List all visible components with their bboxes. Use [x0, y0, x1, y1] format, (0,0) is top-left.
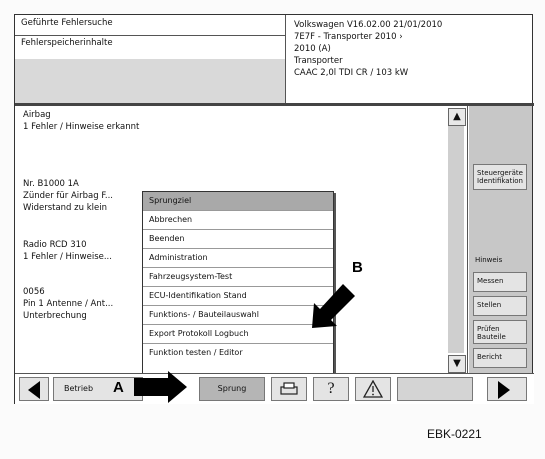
jump-button[interactable]: Sprung — [199, 377, 265, 401]
fault-line: Zünder für Airbag F... — [23, 191, 113, 201]
vehicle-info-line: Transporter — [294, 56, 343, 66]
menu-item-function-test-editor[interactable]: Funktion testen / Editor — [143, 344, 333, 362]
scroll-down-button[interactable]: ▼ — [448, 355, 466, 373]
fault-line: 0056 — [23, 287, 45, 297]
mode-button[interactable]: Betrieb — [53, 377, 143, 401]
fault-line: Unterbrechung — [23, 311, 87, 321]
vehicle-info: Volkswagen V16.02.00 21/01/2010 7E7F - T… — [286, 15, 533, 103]
jump-menu: Sprungziel Abbrechen Beenden Administrat… — [142, 191, 334, 378]
print-icon — [280, 382, 298, 395]
menu-item-ecu-identification[interactable]: ECU-Identifikation Stand — [143, 287, 333, 306]
bottom-toolbar: Betrieb Sprung ? — [15, 373, 534, 404]
next-button[interactable] — [487, 377, 527, 401]
menu-item-export-log[interactable]: Export Protokoll Logbuch — [143, 325, 333, 344]
header-guided-fault-finding: Geführte Fehlersuche — [15, 15, 285, 36]
fault-line: 1 Fehler / Hinweise... — [23, 252, 112, 262]
vehicle-info-line: 2010 (A) — [294, 44, 331, 54]
fault-line: Widerstand zu klein — [23, 203, 107, 213]
ecu-identification-button[interactable]: Steuergeräte Identifikation — [473, 164, 527, 190]
menu-item-exit[interactable]: Beenden — [143, 230, 333, 249]
figure-code: EBK-0221 — [427, 427, 482, 441]
scroll-track[interactable] — [448, 126, 464, 353]
menu-item-function-component-selection[interactable]: Funktions- / Bauteilauswahl — [143, 306, 333, 325]
header-gray-area — [15, 59, 285, 103]
header-left: Geführte Fehlersuche Fehlerspeicherinhal… — [15, 15, 286, 103]
vehicle-info-line: 7E7F - Transporter 2010 › — [294, 32, 403, 42]
measure-button[interactable]: Messen — [473, 272, 527, 292]
callout-label-b: B — [352, 259, 363, 276]
print-button[interactable] — [271, 377, 307, 401]
side-note: Hinweis — [475, 256, 503, 264]
disabled-toolbar-slot — [397, 377, 473, 401]
arrow-left-icon — [28, 381, 40, 399]
header-fault-memory: Fehlerspeicherinhalte — [15, 35, 285, 60]
warning-button[interactable] — [355, 377, 391, 401]
fault-line: Airbag — [23, 110, 51, 120]
scrollbar[interactable]: ▲ ▼ — [446, 106, 468, 373]
help-button[interactable]: ? — [313, 377, 349, 401]
side-panel: Steuergeräte Identifikation Hinweis Mess… — [469, 106, 532, 373]
fault-line: Pin 1 Antenne / Ant... — [23, 299, 114, 309]
scroll-up-button[interactable]: ▲ — [448, 108, 466, 126]
warning-icon — [362, 379, 384, 398]
diagnostic-screen: Geführte Fehlersuche Fehlerspeicherinhal… — [14, 14, 534, 404]
vehicle-info-line: Volkswagen V16.02.00 21/01/2010 — [294, 20, 443, 30]
adjust-button[interactable]: Stellen — [473, 296, 527, 316]
fault-line: Radio RCD 310 — [23, 240, 87, 250]
menu-item-vehicle-system-test[interactable]: Fahrzeugsystem-Test — [143, 268, 333, 287]
test-components-button[interactable]: Prüfen Bauteile — [473, 320, 527, 344]
menu-item-jump-target[interactable]: Sprungziel — [143, 192, 333, 211]
report-button[interactable]: Bericht — [473, 348, 527, 368]
arrow-right-icon — [498, 381, 510, 399]
previous-button[interactable] — [19, 377, 49, 401]
menu-item-cancel[interactable]: Abbrechen — [143, 211, 333, 230]
fault-line: 1 Fehler / Hinweise erkannt — [23, 122, 140, 132]
menu-item-administration[interactable]: Administration — [143, 249, 333, 268]
help-icon: ? — [327, 380, 335, 397]
callout-label-a: A — [113, 379, 124, 396]
vehicle-info-line: CAAC 2,0l TDI CR / 103 kW — [294, 68, 409, 78]
fault-line: Nr. B1000 1A — [23, 179, 79, 189]
